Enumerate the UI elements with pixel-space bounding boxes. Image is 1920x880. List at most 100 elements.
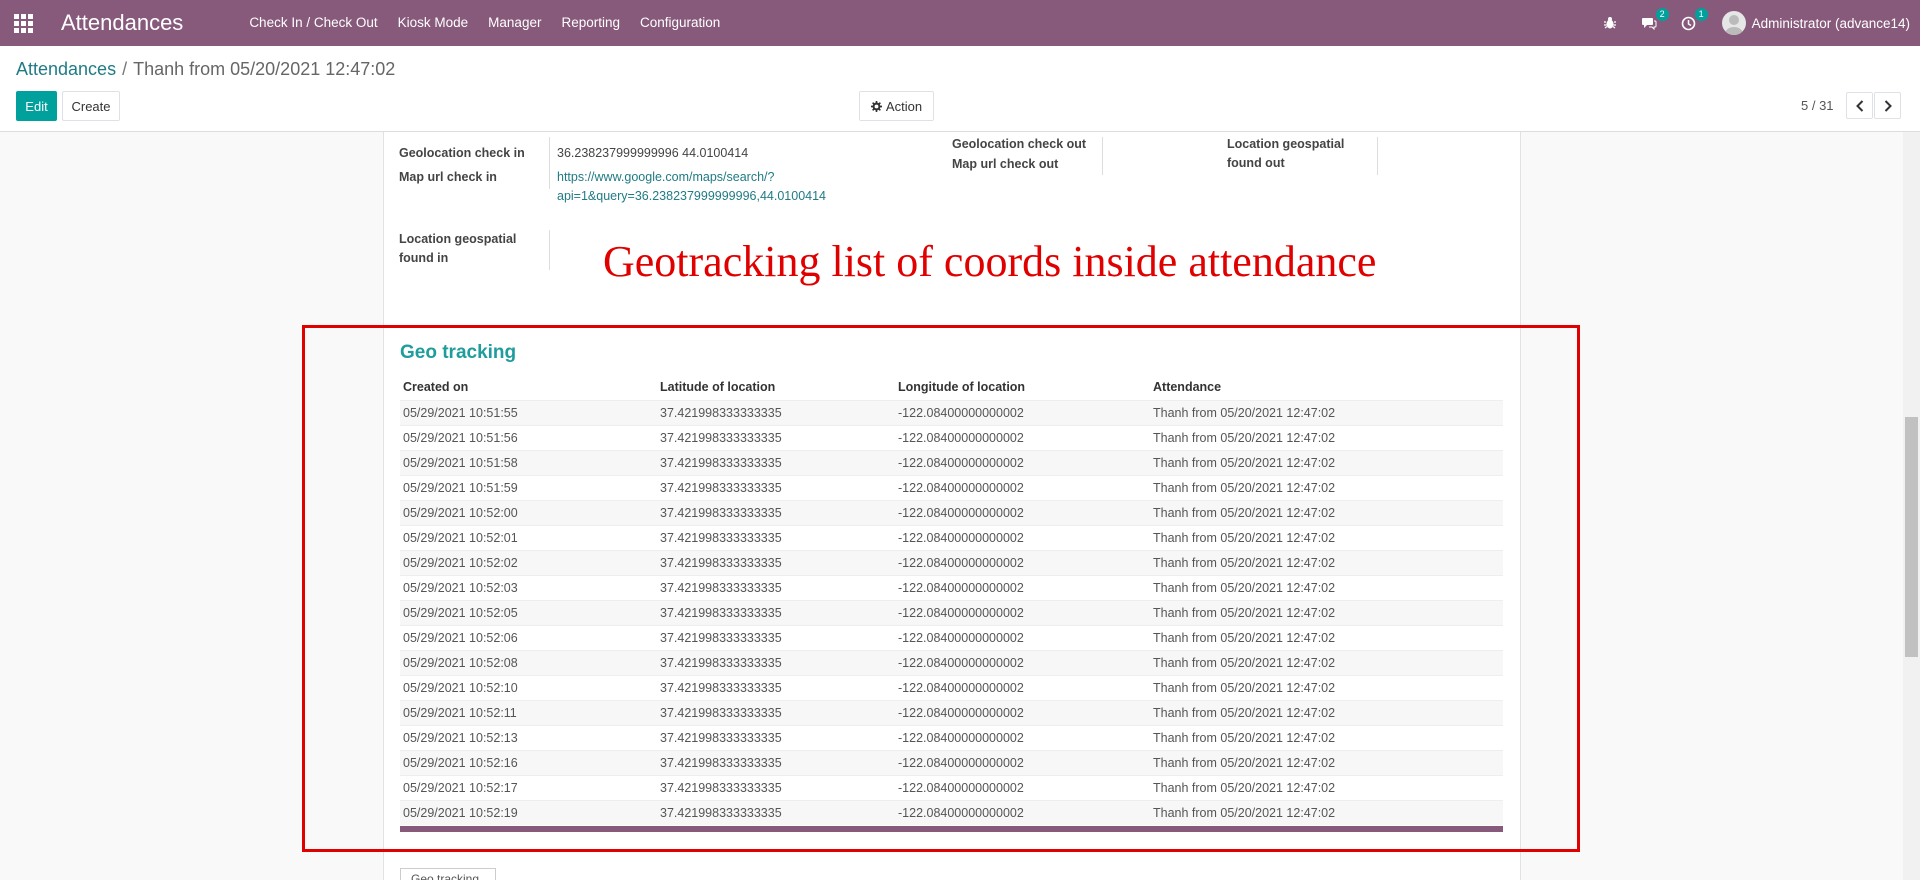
cell-created-on: 05/29/2021 10:52:19 xyxy=(403,805,518,820)
map-url-check-in-link[interactable]: https://www.google.com/maps/search/? api… xyxy=(557,168,826,206)
cell-latitude: 37.421998333333335 xyxy=(660,630,782,645)
breadcrumb-separator: / xyxy=(122,59,128,79)
table-row[interactable]: 05/29/2021 10:52:03 37.421998333333335 -12… xyxy=(400,575,1503,600)
cell-created-on: 05/29/2021 10:52:03 xyxy=(403,580,518,595)
annotation-text: Geotracking list of coords inside attend… xyxy=(603,237,1377,286)
user-name: Administrator (advance14) xyxy=(1751,15,1910,31)
cell-attendance: Thanh from 05/20/2021 12:47:02 xyxy=(1153,555,1336,570)
cell-latitude: 37.421998333333335 xyxy=(660,755,782,770)
cell-latitude: 37.421998333333335 xyxy=(660,455,782,470)
cell-longitude: -122.08400000000002 xyxy=(898,555,1024,570)
table-row[interactable]: 05/29/2021 10:52:00 37.421998333333335 -12… xyxy=(400,500,1503,525)
cell-attendance: Thanh from 05/20/2021 12:47:02 xyxy=(1153,655,1336,670)
edit-button[interactable]: Edit xyxy=(16,91,57,121)
location-found-in-line-1: Location geospatial xyxy=(399,232,517,246)
column-attendance[interactable]: Attendance xyxy=(1150,375,1503,400)
cell-longitude: -122.08400000000002 xyxy=(898,655,1024,670)
activities-icon[interactable]: 1 xyxy=(1681,7,1708,31)
cell-created-on: 05/29/2021 10:52:16 xyxy=(403,755,518,770)
user-menu[interactable]: Administrator (advance14) xyxy=(1721,11,1910,35)
chevron-left-icon xyxy=(1855,99,1863,112)
cell-longitude: -122.08400000000002 xyxy=(898,505,1024,520)
location-found-out-line-1: Location geospatial xyxy=(1227,137,1345,151)
table-row[interactable]: 05/29/2021 10:52:06 37.421998333333335 -12… xyxy=(400,625,1503,650)
cell-latitude: 37.421998333333335 xyxy=(660,580,782,595)
table-row[interactable]: 05/29/2021 10:52:13 37.421998333333335 -12… xyxy=(400,725,1503,750)
cell-attendance: Thanh from 05/20/2021 12:47:02 xyxy=(1153,455,1336,470)
cell-latitude: 37.421998333333335 xyxy=(660,605,782,620)
cell-longitude: -122.08400000000002 xyxy=(898,480,1024,495)
table-row[interactable]: 05/29/2021 10:51:59 37.421998333333335 -12… xyxy=(400,475,1503,500)
cell-created-on: 05/29/2021 10:52:00 xyxy=(403,505,518,520)
cell-created-on: 05/29/2021 10:52:02 xyxy=(403,555,518,570)
breadcrumb-current: Thanh from 05/20/2021 12:47:02 xyxy=(133,59,396,79)
main-menu: Check In / Check Out Kiosk Mode Manager … xyxy=(239,0,730,46)
table-row[interactable]: 05/29/2021 10:52:16 37.421998333333335 -12… xyxy=(400,750,1503,775)
pager-next-button[interactable] xyxy=(1874,92,1901,119)
table-row[interactable]: 05/29/2021 10:52:19 37.421998333333335 -12… xyxy=(400,800,1503,825)
cell-latitude: 37.421998333333335 xyxy=(660,430,782,445)
cell-longitude: -122.08400000000002 xyxy=(898,630,1024,645)
map-url-check-out-label: Map url check out xyxy=(952,157,1059,171)
cell-latitude: 37.421998333333335 xyxy=(660,405,782,420)
geo-tracking-button[interactable]: Geo tracking xyxy=(400,868,496,880)
chevron-right-icon xyxy=(1884,99,1892,112)
cell-created-on: 05/29/2021 10:51:56 xyxy=(403,430,518,445)
menu-item-check-in-out[interactable]: Check In / Check Out xyxy=(239,0,387,46)
scrollbar[interactable] xyxy=(1903,132,1920,880)
messages-badge: 2 xyxy=(1655,8,1669,21)
column-longitude[interactable]: Longitude of location xyxy=(895,375,1150,400)
location-found-in-label: Location geospatial found in xyxy=(399,230,516,268)
cell-latitude: 37.421998333333335 xyxy=(660,530,782,545)
column-created-on[interactable]: Created on xyxy=(400,375,657,400)
geolocation-check-in-label: Geolocation check in xyxy=(399,146,525,160)
map-url-line-1: https://www.google.com/maps/search/? xyxy=(557,170,775,184)
app-title[interactable]: Attendances xyxy=(61,10,183,36)
scrollbar-thumb[interactable] xyxy=(1905,417,1918,657)
apps-menu-icon[interactable] xyxy=(0,0,46,46)
cell-longitude: -122.08400000000002 xyxy=(898,605,1024,620)
table-row[interactable]: 05/29/2021 10:52:02 37.421998333333335 -12… xyxy=(400,550,1503,575)
table-row[interactable]: 05/29/2021 10:51:58 37.421998333333335 -12… xyxy=(400,450,1503,475)
create-button[interactable]: Create xyxy=(62,91,120,121)
systray: 2 1 Administrator (advance14) xyxy=(1591,7,1920,35)
breadcrumb-parent[interactable]: Attendances xyxy=(16,59,116,79)
menu-item-configuration[interactable]: Configuration xyxy=(630,0,730,46)
menu-item-manager[interactable]: Manager xyxy=(478,0,551,46)
cell-latitude: 37.421998333333335 xyxy=(660,655,782,670)
debug-icon[interactable] xyxy=(1603,16,1617,30)
activities-badge: 1 xyxy=(1694,7,1708,21)
table-row[interactable]: 05/29/2021 10:52:08 37.421998333333335 -12… xyxy=(400,650,1503,675)
messages-icon[interactable]: 2 xyxy=(1641,8,1669,30)
top-navbar: Attendances Check In / Check Out Kiosk M… xyxy=(0,0,1920,46)
cell-attendance: Thanh from 05/20/2021 12:47:02 xyxy=(1153,505,1336,520)
table-footer-bar xyxy=(400,826,1503,832)
cell-longitude: -122.08400000000002 xyxy=(898,405,1024,420)
cell-created-on: 05/29/2021 10:52:13 xyxy=(403,730,518,745)
table-row[interactable]: 05/29/2021 10:52:17 37.421998333333335 -12… xyxy=(400,775,1503,800)
location-found-in-line-2: found in xyxy=(399,251,449,265)
column-latitude[interactable]: Latitude of location xyxy=(657,375,895,400)
cell-longitude: -122.08400000000002 xyxy=(898,530,1024,545)
pager-previous-button[interactable] xyxy=(1846,92,1873,119)
menu-item-reporting[interactable]: Reporting xyxy=(551,0,630,46)
table-row[interactable]: 05/29/2021 10:52:11 37.421998333333335 -12… xyxy=(400,700,1503,725)
menu-item-kiosk-mode[interactable]: Kiosk Mode xyxy=(388,0,479,46)
cell-created-on: 05/29/2021 10:52:08 xyxy=(403,655,518,670)
table-row[interactable]: 05/29/2021 10:52:10 37.421998333333335 -12… xyxy=(400,675,1503,700)
geo-tracking-table: Created on Latitude of location Longitud… xyxy=(400,375,1503,825)
action-button[interactable]: Action xyxy=(859,91,934,121)
table-row[interactable]: 05/29/2021 10:51:55 37.421998333333335 -12… xyxy=(400,400,1503,425)
cell-longitude: -122.08400000000002 xyxy=(898,455,1024,470)
cell-created-on: 05/29/2021 10:52:10 xyxy=(403,680,518,695)
cell-latitude: 37.421998333333335 xyxy=(660,805,782,820)
table-row[interactable]: 05/29/2021 10:51:56 37.421998333333335 -12… xyxy=(400,425,1503,450)
table-row[interactable]: 05/29/2021 10:52:01 37.421998333333335 -12… xyxy=(400,525,1503,550)
gear-icon xyxy=(870,100,882,112)
table-row[interactable]: 05/29/2021 10:52:05 37.421998333333335 -12… xyxy=(400,600,1503,625)
cell-longitude: -122.08400000000002 xyxy=(898,580,1024,595)
cell-attendance: Thanh from 05/20/2021 12:47:02 xyxy=(1153,530,1336,545)
pager-value[interactable]: 5 / 31 xyxy=(1801,98,1834,113)
cell-attendance: Thanh from 05/20/2021 12:47:02 xyxy=(1153,680,1336,695)
cell-longitude: -122.08400000000002 xyxy=(898,430,1024,445)
